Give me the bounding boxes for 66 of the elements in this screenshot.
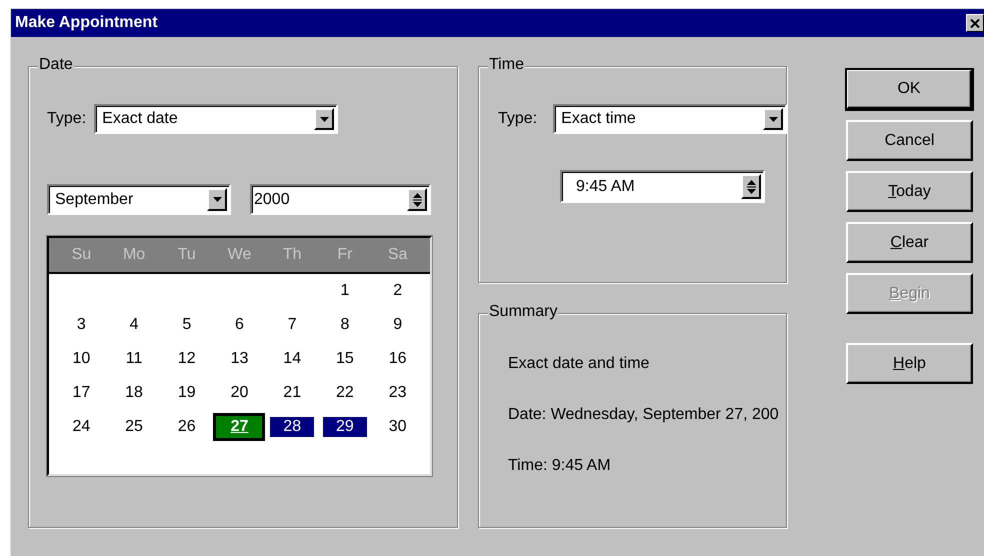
calendar-day[interactable]: 1 xyxy=(332,281,358,301)
dropdown-arrow-icon xyxy=(320,116,329,122)
close-icon xyxy=(970,18,980,28)
dropdown-button[interactable] xyxy=(763,108,783,130)
dialog-button[interactable]: Help xyxy=(846,343,973,384)
calendar-day[interactable]: 4 xyxy=(122,315,147,335)
dropdown-arrow-icon xyxy=(212,197,222,202)
weekday-label: Mo xyxy=(122,246,146,264)
dropdown-button[interactable] xyxy=(314,108,334,130)
dropdown-button[interactable] xyxy=(741,174,761,199)
weekday-label: Tu xyxy=(176,246,197,264)
calendar-day[interactable]: 16 xyxy=(380,349,415,369)
calendar-day[interactable]: 14 xyxy=(275,349,310,369)
spin-arrows-icon xyxy=(746,178,756,194)
dropdown-arrow-icon xyxy=(768,116,778,122)
close-button[interactable] xyxy=(966,14,984,32)
calendar-day[interactable]: 7 xyxy=(280,315,305,335)
weekday-label: Sa xyxy=(386,246,408,264)
calendar-day[interactable]: 12 xyxy=(170,349,204,369)
field-label: Type: xyxy=(47,110,86,128)
spin-arrows-icon xyxy=(412,192,422,208)
calendar-day[interactable]: 24 xyxy=(64,417,98,437)
calendar-day[interactable]: 20 xyxy=(222,383,256,403)
calendar-day[interactable]: 6 xyxy=(227,315,252,335)
calendar-day[interactable]: 30 xyxy=(380,417,415,437)
calendar-day[interactable]: 9 xyxy=(385,315,410,335)
dialog-button[interactable]: Clear xyxy=(846,222,973,263)
summary-line: Date: Wednesday, September 27, 200 xyxy=(508,406,780,424)
dialog-button[interactable]: Cancel xyxy=(846,120,973,161)
calendar-day[interactable]: 21 xyxy=(275,383,310,403)
group-label: Summary xyxy=(488,303,558,321)
calendar-day[interactable]: 29 xyxy=(322,417,367,437)
calendar-day[interactable]: 26 xyxy=(170,417,204,437)
weekday-label: Su xyxy=(70,246,92,264)
calendar-day[interactable]: 10 xyxy=(64,349,98,369)
dropdown-button[interactable] xyxy=(407,188,427,211)
calendar-day[interactable]: 17 xyxy=(64,383,98,403)
calendar-day[interactable]: 2 xyxy=(385,281,410,301)
calendar-day[interactable]: 3 xyxy=(68,315,94,335)
summary-line: Time: 9:45 AM xyxy=(508,457,612,475)
calendar-day[interactable]: 28 xyxy=(270,417,314,437)
calendar-day[interactable]: 25 xyxy=(117,417,151,437)
type-dropdown[interactable]: Exact date xyxy=(94,104,338,134)
calendar-day[interactable]: 11 xyxy=(118,349,150,369)
calendar-day[interactable]: 13 xyxy=(222,349,256,369)
window-title: Make Appointment xyxy=(15,14,158,32)
calendar-day[interactable]: 5 xyxy=(174,315,200,335)
calendar-day[interactable]: 8 xyxy=(332,315,358,335)
dialog-button[interactable]: OK xyxy=(846,69,973,110)
calendar-day[interactable]: 19 xyxy=(170,383,204,403)
calendar-day[interactable]: 15 xyxy=(328,349,362,369)
calendar-day[interactable]: 22 xyxy=(328,383,362,403)
month-dropdown[interactable]: September xyxy=(47,184,231,215)
type-dropdown[interactable]: Exact time xyxy=(553,104,787,134)
dropdown-button[interactable] xyxy=(207,188,227,211)
field-label: Type: xyxy=(498,110,538,128)
weekday-label: We xyxy=(226,246,252,264)
calendar-day[interactable]: 23 xyxy=(380,383,415,403)
weekday-label: Fr xyxy=(336,246,354,264)
dialog-button[interactable]: Today xyxy=(846,171,973,212)
time-spinner[interactable]: 9:45 AM xyxy=(560,170,765,203)
summary-line: Exact date and time xyxy=(508,355,650,373)
year-spinner[interactable]: 2000 xyxy=(250,184,431,215)
weekday-label: Th xyxy=(282,246,303,264)
calendar-day[interactable]: 27 xyxy=(213,413,266,441)
calendar-day[interactable]: 18 xyxy=(117,383,151,403)
